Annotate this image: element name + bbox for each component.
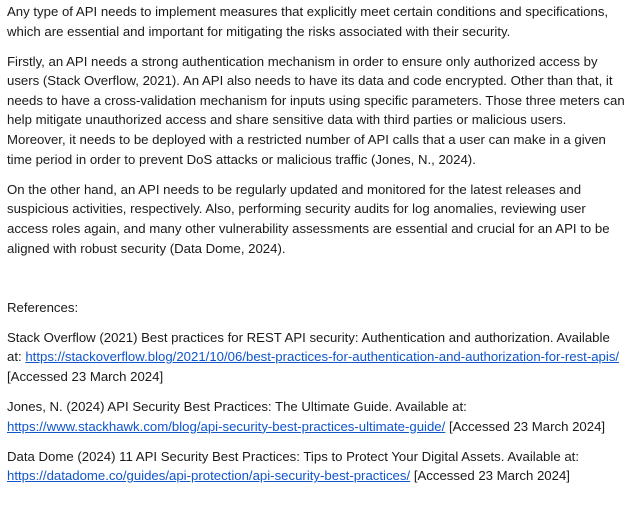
blank-space	[7, 269, 627, 298]
reference-link[interactable]: https://www.stackhawk.com/blog/api-secur…	[7, 419, 445, 434]
reference-link[interactable]: https://datadome.co/guides/api-protectio…	[7, 468, 410, 483]
reference-text: Jones, N. (2024) API Security Best Pract…	[7, 399, 467, 414]
reference-item: Data Dome (2024) 11 API Security Best Pr…	[7, 447, 627, 486]
document-body: Any type of API needs to implement measu…	[7, 2, 627, 496]
reference-accessed: [Accessed 23 March 2024]	[445, 418, 606, 434]
reference-accessed: [Accessed 23 March 2024]	[410, 468, 570, 484]
reference-accessed: [Accessed 23 March 2024]	[7, 368, 164, 384]
reference-link[interactable]: https://stackoverflow.blog/2021/10/06/be…	[25, 349, 619, 364]
paragraph-intro: Any type of API needs to implement measu…	[7, 4, 609, 39]
reference-item: Jones, N. (2024) API Security Best Pract…	[7, 397, 627, 436]
paragraph-authentication: Firstly, an API needs a strong authentic…	[7, 53, 625, 167]
paragraph-monitoring: On the other hand, an API needs to be re…	[7, 181, 610, 256]
reference-item: Stack Overflow (2021) Best practices for…	[7, 328, 627, 387]
reference-text: Data Dome (2024) 11 API Security Best Pr…	[7, 448, 579, 464]
references-heading: References:	[7, 299, 79, 315]
